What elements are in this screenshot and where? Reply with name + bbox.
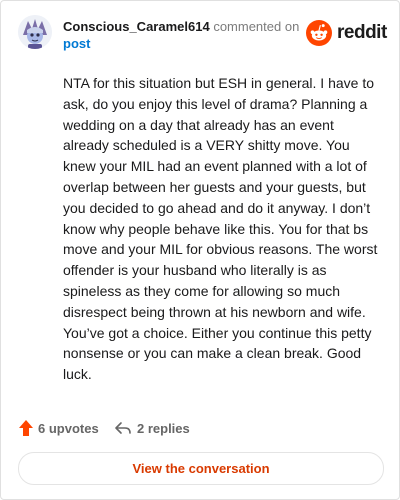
upvote-button[interactable]: 6 upvotes [19, 418, 99, 438]
reddit-logo[interactable]: reddit [306, 19, 387, 47]
post-link[interactable]: post [63, 36, 90, 51]
replies-button[interactable]: 2 replies [114, 418, 190, 438]
comment-header: Conscious_Caramel614 commented on post r… [18, 15, 388, 55]
author-username[interactable]: Conscious_Caramel614 [63, 19, 210, 34]
comment-card: Conscious_Caramel614 commented on post r… [0, 0, 400, 500]
meta-text: commented on [213, 19, 300, 34]
upvote-arrow-icon [19, 420, 33, 436]
snoo-logo-icon [306, 20, 332, 46]
user-avatar[interactable] [18, 15, 52, 49]
upvote-count: 6 upvotes [38, 420, 99, 436]
comment-actions: 6 upvotes 2 replies [19, 418, 319, 438]
comment-meta: Conscious_Caramel614 commented on post [63, 18, 313, 52]
view-conversation-button[interactable]: View the conversation [18, 452, 384, 485]
reply-count: 2 replies [137, 420, 190, 436]
brand-name: reddit [337, 22, 387, 43]
reply-arrow-icon [115, 422, 131, 434]
avatar-character-icon [18, 15, 52, 49]
comment-body: NTA for this situation but ESH in genera… [63, 75, 378, 383]
